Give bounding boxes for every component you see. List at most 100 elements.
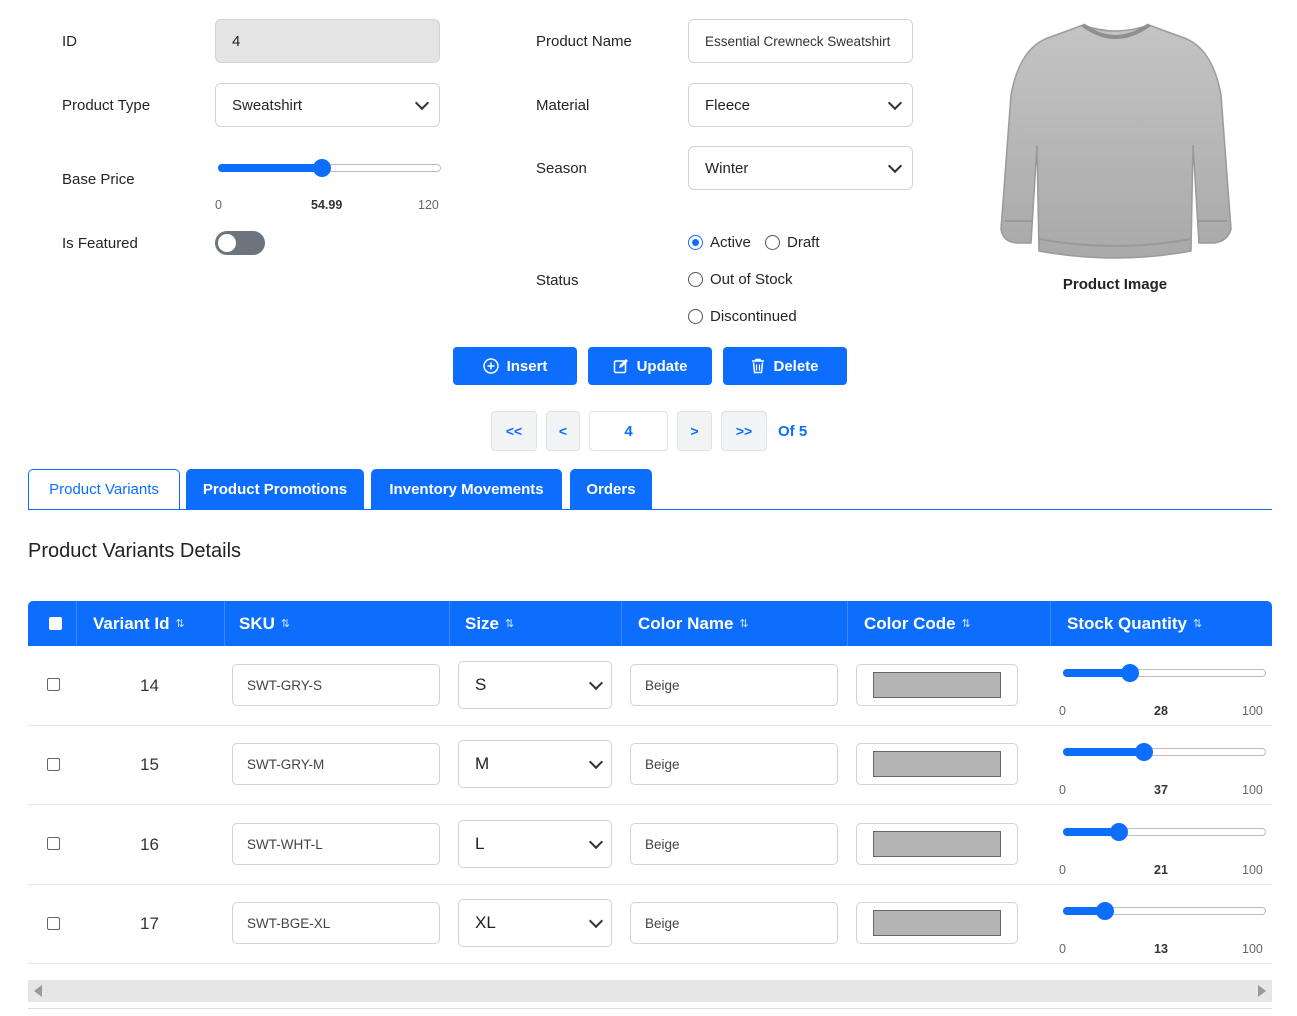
select-all-checkbox[interactable] (49, 617, 62, 630)
sweatshirt-image (1000, 23, 1232, 259)
col-sku[interactable]: SKU ⇅ (224, 601, 449, 646)
material-label: Material (536, 97, 590, 114)
stock-slider[interactable] (1063, 742, 1266, 762)
stock-max: 100 (1242, 942, 1263, 956)
tab-product-variants[interactable]: Product Variants (28, 469, 180, 510)
color-name-value: Beige (645, 677, 680, 693)
size-select[interactable]: L (458, 820, 612, 868)
stock-slider[interactable] (1063, 663, 1266, 683)
col-label: SKU (239, 613, 275, 633)
stock-min: 0 (1059, 863, 1066, 877)
last-page-button[interactable]: >> (721, 411, 767, 451)
col-color-name[interactable]: Color Name ⇅ (621, 601, 847, 646)
season-select[interactable]: Winter (688, 146, 913, 190)
table-bottom-border (28, 1008, 1272, 1009)
color-name-input[interactable]: Beige (630, 823, 838, 865)
sort-icon: ⇅ (739, 618, 749, 630)
size-value: M (475, 754, 490, 773)
chevron-down-icon (414, 95, 430, 110)
color-swatch (873, 751, 1001, 777)
is-featured-label: Is Featured (62, 235, 138, 252)
slider-thumb[interactable] (313, 159, 331, 177)
sku-input[interactable]: SWT-GRY-M (232, 743, 440, 785)
color-name-input[interactable]: Beige (630, 664, 838, 706)
prev-page-button[interactable]: < (546, 411, 580, 451)
base-price-slider[interactable] (218, 158, 441, 178)
status-radio-draft[interactable]: Draft (765, 234, 820, 251)
sku-input[interactable]: SWT-GRY-S (232, 664, 440, 706)
chevron-down-icon (588, 675, 604, 690)
tab-product-promotions[interactable]: Product Promotions (186, 469, 364, 510)
update-button[interactable]: Update (588, 347, 712, 385)
color-name-input[interactable]: Beige (630, 902, 838, 944)
slider-thumb[interactable] (1135, 743, 1153, 761)
id-field[interactable]: 4 (215, 19, 440, 63)
color-code-picker[interactable] (856, 664, 1018, 706)
sku-input[interactable]: SWT-WHT-L (232, 823, 440, 865)
status-option-label: Discontinued (710, 308, 797, 325)
variant-id-cell: 14 (140, 676, 159, 695)
col-variant-id[interactable]: Variant Id ⇅ (76, 601, 224, 646)
table-row: 16 SWT-WHT-L L Beige 0 21 100 (28, 805, 1272, 885)
material-value: Fleece (705, 96, 751, 114)
radio-unchecked-icon (688, 272, 703, 287)
chevron-down-icon (588, 913, 604, 928)
row-checkbox[interactable] (47, 758, 60, 771)
color-code-picker[interactable] (856, 743, 1018, 785)
size-select[interactable]: S (458, 661, 612, 709)
stock-value: 28 (1154, 704, 1168, 718)
status-radio-discontinued[interactable]: Discontinued (688, 308, 797, 325)
size-select[interactable]: XL (458, 899, 612, 947)
radio-unchecked-icon (765, 235, 780, 250)
color-code-picker[interactable] (856, 823, 1018, 865)
variant-id-cell: 16 (140, 835, 159, 854)
id-label: ID (62, 33, 77, 50)
next-page-button[interactable]: > (677, 411, 712, 451)
col-stock-quantity[interactable]: Stock Quantity ⇅ (1050, 601, 1272, 646)
product-image (975, 15, 1257, 263)
color-name-input[interactable]: Beige (630, 743, 838, 785)
insert-button[interactable]: Insert (453, 347, 577, 385)
slider-thumb[interactable] (1096, 902, 1114, 920)
product-name-input[interactable] (703, 32, 898, 50)
chevron-down-icon (588, 754, 604, 769)
status-radio-out-of-stock[interactable]: Out of Stock (688, 271, 793, 288)
scroll-left-icon[interactable] (34, 985, 42, 997)
product-name-field[interactable] (688, 19, 913, 63)
row-checkbox[interactable] (47, 917, 60, 930)
table-header: Variant Id ⇅ SKU ⇅ Size ⇅ Color Name ⇅ Color… (28, 601, 1272, 646)
row-checkbox[interactable] (47, 678, 60, 691)
size-select[interactable]: M (458, 740, 612, 788)
product-type-label: Product Type (62, 97, 151, 114)
stock-max: 100 (1242, 863, 1263, 877)
tab-inventory-movements[interactable]: Inventory Movements (371, 469, 562, 510)
is-featured-toggle[interactable] (215, 231, 265, 255)
season-value: Winter (705, 159, 749, 177)
insert-label: Insert (506, 357, 548, 375)
stock-value: 21 (1154, 863, 1168, 877)
col-color-code[interactable]: Color Code ⇅ (847, 601, 1050, 646)
delete-button[interactable]: Delete (723, 347, 847, 385)
color-code-picker[interactable] (856, 902, 1018, 944)
stock-slider[interactable] (1063, 901, 1266, 921)
sku-input[interactable]: SWT-BGE-XL (232, 902, 440, 944)
plus-circle-icon (482, 358, 499, 374)
page-number-input[interactable]: 4 (589, 411, 668, 451)
scroll-right-icon[interactable] (1258, 985, 1266, 997)
page-count: Of 5 (778, 423, 808, 440)
status-option-label: Draft (787, 234, 820, 251)
row-checkbox[interactable] (47, 837, 60, 850)
product-type-select[interactable]: Sweatshirt (215, 83, 440, 127)
first-page-button[interactable]: << (491, 411, 537, 451)
product-image-caption: Product Image (1062, 276, 1168, 293)
tab-orders[interactable]: Orders (570, 469, 652, 510)
status-radio-active[interactable]: Active (688, 234, 751, 251)
material-select[interactable]: Fleece (688, 83, 913, 127)
horizontal-scrollbar[interactable] (28, 980, 1272, 1002)
slider-thumb[interactable] (1121, 664, 1139, 682)
base-price-value: 54.99 (311, 198, 343, 212)
stock-slider[interactable] (1063, 822, 1266, 842)
col-size[interactable]: Size ⇅ (449, 601, 621, 646)
slider-thumb[interactable] (1110, 823, 1128, 841)
base-price-label: Base Price (62, 171, 135, 188)
